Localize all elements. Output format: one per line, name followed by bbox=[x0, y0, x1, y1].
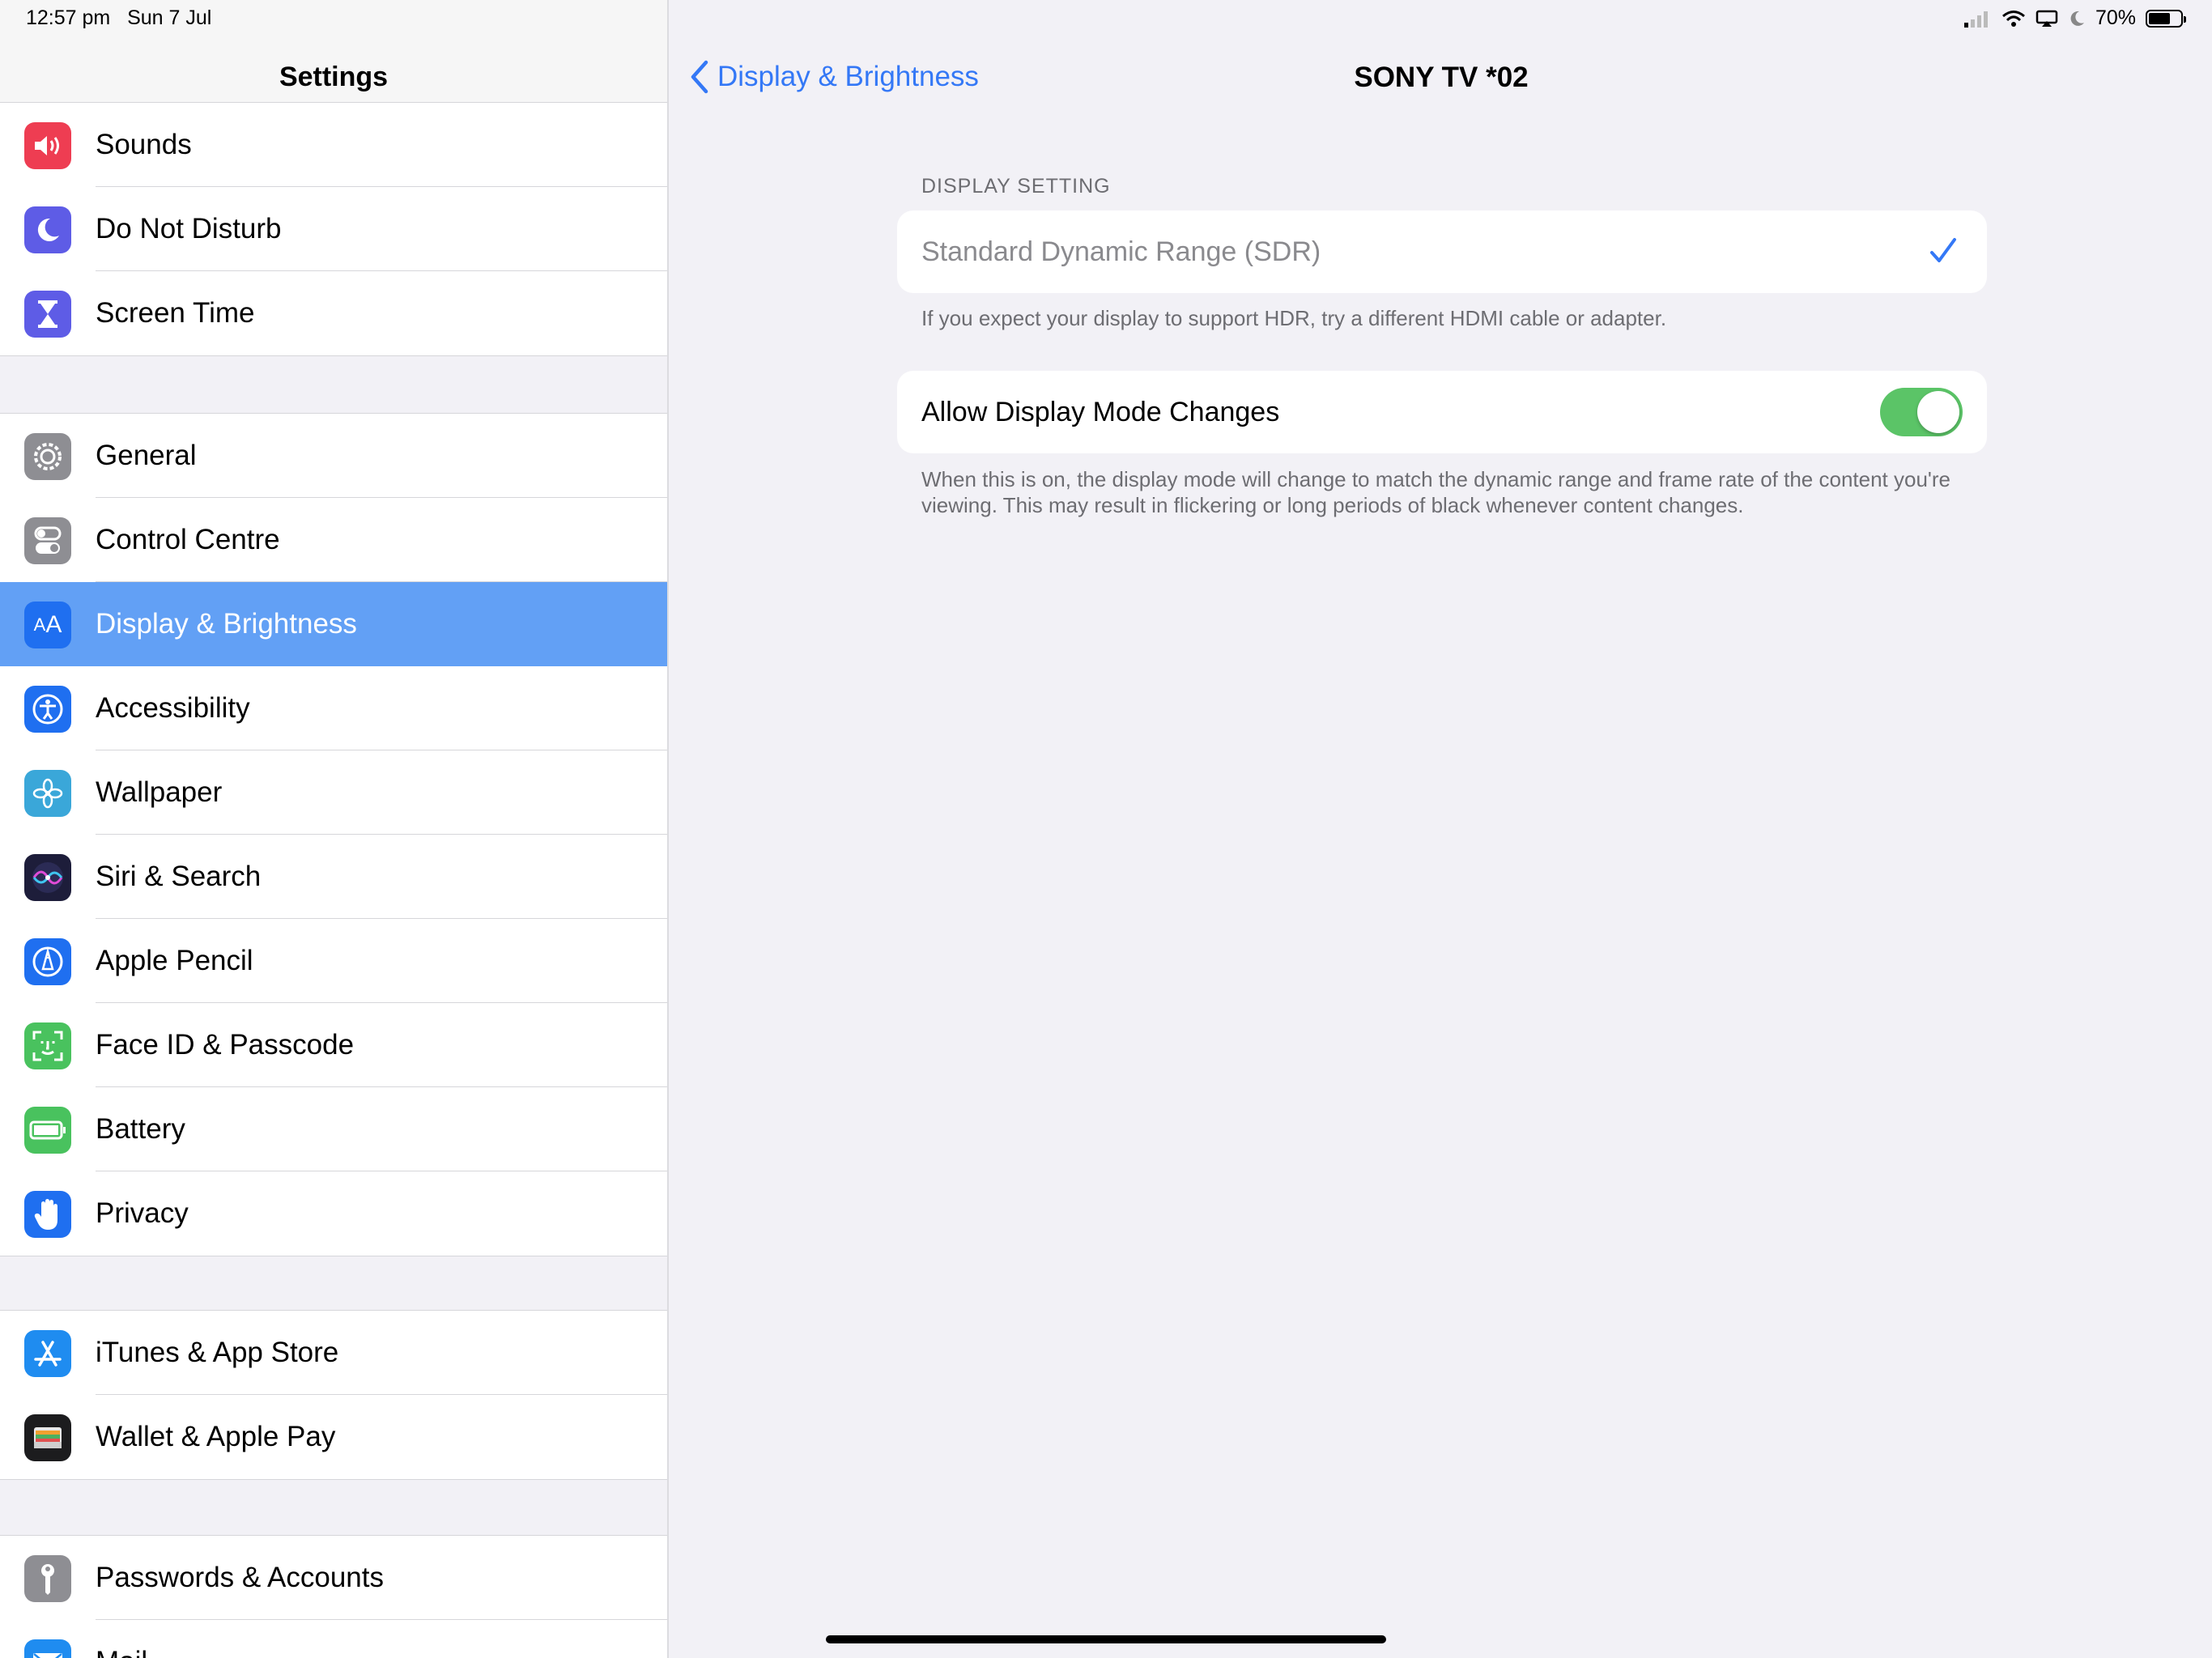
sidebar-item-wallet-apple-pay[interactable]: Wallet & Apple Pay bbox=[0, 1395, 667, 1479]
section-header: DISPLAY SETTING bbox=[921, 175, 1111, 198]
display-mode-label: Allow Display Mode Changes bbox=[921, 397, 1280, 427]
sdr-option[interactable]: Standard Dynamic Range (SDR) bbox=[897, 210, 1987, 293]
sidebar-item-sounds[interactable]: Sounds bbox=[0, 103, 667, 187]
sidebar-item-wallpaper[interactable]: Wallpaper bbox=[0, 750, 667, 835]
detail-pane: Display & Brightness SONY TV *02 DISPLAY… bbox=[670, 0, 2212, 1658]
sidebar-item-face-id-passcode[interactable]: Face ID & Passcode bbox=[0, 1003, 667, 1087]
sidebar-item-label: Face ID & Passcode bbox=[96, 1029, 355, 1061]
status-right: 70% bbox=[1963, 6, 2186, 30]
display-mode-row: Allow Display Mode Changes bbox=[897, 371, 1987, 453]
sidebar-item-label: Screen Time bbox=[96, 297, 255, 329]
accessibility-icon bbox=[24, 686, 71, 733]
siri-icon bbox=[24, 854, 71, 901]
signal-icon bbox=[1963, 11, 1988, 28]
sidebar-item-apple-pencil[interactable]: Apple Pencil bbox=[0, 919, 667, 1003]
battery-percent: 70% bbox=[2095, 6, 2136, 29]
sidebar-item-label: Accessibility bbox=[96, 692, 250, 724]
moon-icon bbox=[2070, 11, 2084, 26]
sidebar-item-control-centre[interactable]: Control Centre bbox=[0, 498, 667, 582]
settings-group-1: Sounds Do Not Disturb Screen Time bbox=[0, 102, 667, 356]
settings-group-3: iTunes & App Store Wallet & Apple Pay bbox=[0, 1310, 667, 1480]
page-title: SONY TV *02 bbox=[1354, 62, 1529, 93]
home-indicator[interactable] bbox=[826, 1635, 1386, 1643]
sidebar-item-label: Battery bbox=[96, 1113, 185, 1145]
sidebar-item-battery[interactable]: Battery bbox=[0, 1087, 667, 1171]
status-bar: 12:57 pm Sun 7 Jul 70% bbox=[0, 0, 2212, 40]
sidebar-item-itunes-app-store[interactable]: iTunes & App Store bbox=[0, 1311, 667, 1395]
flower-icon bbox=[24, 770, 71, 817]
sidebar-item-mail[interactable]: Mail bbox=[0, 1620, 667, 1658]
sidebar-item-siri-search[interactable]: Siri & Search bbox=[0, 835, 667, 919]
sidebar-item-privacy[interactable]: Privacy bbox=[0, 1171, 667, 1256]
appstore-icon bbox=[24, 1330, 71, 1377]
sidebar-item-general[interactable]: General bbox=[0, 414, 667, 498]
hand-icon bbox=[24, 1191, 71, 1238]
gear-icon bbox=[24, 433, 71, 480]
battery-icon bbox=[2146, 9, 2186, 28]
sidebar-item-do-not-disturb[interactable]: Do Not Disturb bbox=[0, 187, 667, 271]
sidebar-item-label: Control Centre bbox=[96, 524, 280, 555]
speaker-icon bbox=[24, 122, 71, 169]
sidebar-item-label: Siri & Search bbox=[96, 861, 262, 892]
pencil-icon bbox=[24, 938, 71, 985]
sidebar-item-screen-time[interactable]: Screen Time bbox=[0, 271, 667, 355]
display-mode-footer: When this is on, the display mode will c… bbox=[921, 467, 1950, 517]
sidebar-item-passwords-accounts[interactable]: Passwords & Accounts bbox=[0, 1536, 667, 1620]
moon-icon bbox=[24, 206, 71, 253]
sidebar: Settings Sounds Do Not Disturb Screen Ti… bbox=[0, 0, 669, 1658]
toggles-icon bbox=[24, 517, 71, 564]
sidebar-item-label: Do Not Disturb bbox=[96, 213, 282, 244]
sidebar-item-label: General bbox=[96, 440, 197, 471]
display-icon: AA bbox=[24, 602, 71, 648]
sidebar-item-label: Mail bbox=[96, 1646, 147, 1658]
sdr-footer: If you expect your display to support HD… bbox=[921, 306, 1667, 330]
wifi-icon bbox=[2001, 10, 2025, 27]
status-time: 12:57 pm Sun 7 Jul bbox=[26, 6, 212, 29]
faceid-icon bbox=[24, 1022, 71, 1069]
sidebar-item-label: Apple Pencil bbox=[96, 945, 253, 976]
wallet-icon bbox=[24, 1414, 71, 1461]
battery-icon bbox=[24, 1107, 71, 1154]
sidebar-item-label: Passwords & Accounts bbox=[96, 1562, 384, 1593]
hourglass-icon bbox=[24, 291, 71, 338]
sidebar-item-display-brightness[interactable]: AA Display & Brightness bbox=[0, 582, 667, 666]
sidebar-title: Settings bbox=[279, 62, 389, 92]
sidebar-item-label: Wallet & Apple Pay bbox=[96, 1421, 336, 1452]
settings-group-2: General Control Centre AA Display & Brig… bbox=[0, 413, 667, 1256]
sdr-label: Standard Dynamic Range (SDR) bbox=[921, 236, 1321, 267]
airplay-icon bbox=[2035, 10, 2058, 27]
key-icon bbox=[24, 1555, 71, 1602]
settings-group-4: Passwords & Accounts Mail bbox=[0, 1535, 667, 1658]
sidebar-item-label: Display & Brightness bbox=[96, 608, 357, 640]
checkmark-icon bbox=[1930, 238, 1956, 262]
sidebar-item-label: Wallpaper bbox=[96, 776, 223, 808]
sidebar-item-label: Sounds bbox=[96, 129, 192, 160]
sidebar-item-accessibility[interactable]: Accessibility bbox=[0, 666, 667, 750]
sidebar-item-label: Privacy bbox=[96, 1197, 189, 1229]
sidebar-item-label: iTunes & App Store bbox=[96, 1337, 339, 1368]
mail-icon bbox=[24, 1639, 71, 1658]
display-mode-toggle[interactable] bbox=[1880, 388, 1963, 436]
